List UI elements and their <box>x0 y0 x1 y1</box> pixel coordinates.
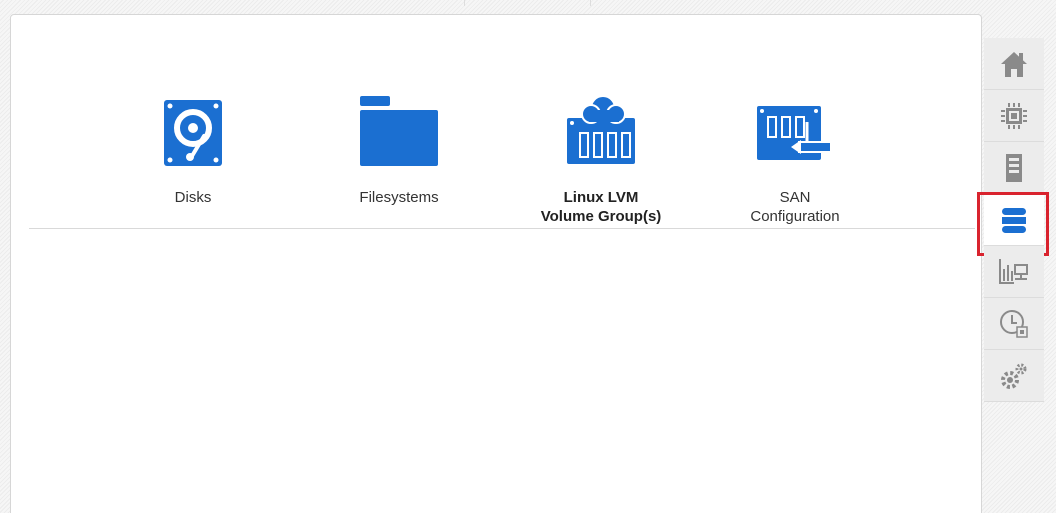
tile-disks-label: Disks <box>174 189 212 206</box>
rail-home-button[interactable] <box>984 38 1044 90</box>
server-icon <box>1006 153 1022 182</box>
storage-icon <box>1002 207 1026 233</box>
home-icon <box>1001 51 1027 77</box>
settings-gears-icon <box>1001 363 1027 389</box>
rail-settings-button[interactable] <box>984 350 1044 402</box>
top-divider-tick <box>590 0 591 6</box>
storage-panel: Disks Filesystems Linux LVM Volume Group… <box>10 14 982 513</box>
rail-processor-button[interactable] <box>984 90 1044 142</box>
top-divider-tick <box>464 0 465 6</box>
tile-filesystems-label: Filesystems <box>359 189 439 206</box>
rail-storage-button[interactable] <box>977 192 1049 256</box>
lvm-volume-group-icon <box>567 95 635 164</box>
tile-san-configuration-label: SAN Configuration <box>750 189 840 225</box>
tile-san-configuration[interactable]: SAN Configuration <box>725 88 865 226</box>
tile-disks[interactable]: Disks <box>123 88 263 207</box>
tile-linux-lvm-label: Linux LVM Volume Group(s) <box>540 189 662 225</box>
rail-network-monitor-button[interactable] <box>984 246 1044 298</box>
tile-filesystems[interactable]: Filesystems <box>329 88 469 207</box>
tile-linux-lvm[interactable]: Linux LVM Volume Group(s) <box>531 88 671 226</box>
san-configuration-icon <box>757 106 832 160</box>
rail-server-button[interactable] <box>984 142 1044 194</box>
tile-row-divider <box>29 228 975 229</box>
folder-icon <box>360 96 438 166</box>
rail-clock-button[interactable] <box>984 298 1044 350</box>
clock-schedule-icon <box>1000 309 1028 338</box>
network-monitor-icon <box>999 258 1028 284</box>
hard-disk-icon <box>164 100 222 166</box>
processor-icon <box>1001 102 1027 129</box>
